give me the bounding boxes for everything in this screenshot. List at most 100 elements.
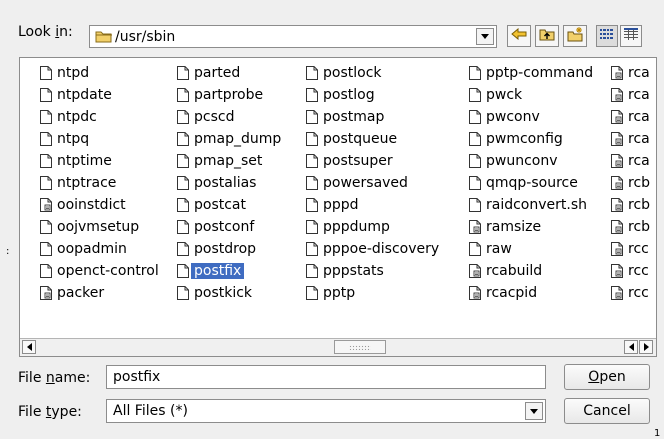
file-item[interactable]: rca [611,84,650,106]
file-item-label: ntptime [57,153,112,169]
file-item[interactable]: pwmconfig [469,128,593,150]
file-item[interactable]: postkick [177,282,281,304]
file-list[interactable]: ntpd ntpdate ntpdc ntpq ntptime ntptrace ooins… [19,57,657,357]
file-item[interactable]: openct-control [40,260,159,282]
file-item[interactable]: pppoe-discovery [306,238,439,260]
back-button[interactable] [507,25,531,47]
file-item[interactable]: rca [611,106,650,128]
file-item[interactable]: parted [177,62,281,84]
list-view-icon [600,28,614,44]
file-item[interactable]: postlog [306,84,439,106]
file-item[interactable]: ntpdc [40,106,159,128]
file-item-label: rcc [628,263,649,279]
file-item[interactable]: pwck [469,84,593,106]
file-item[interactable]: oopadmin [40,238,159,260]
file-item-label: postconf [194,219,255,235]
parent-folder-button[interactable] [535,25,559,47]
file-item[interactable]: qmqp-source [469,172,593,194]
file-item[interactable]: postfix [177,260,281,282]
file-item-label: ooinstdict [57,197,126,213]
file-item-label: pmap_dump [194,131,282,147]
list-view-button[interactable] [596,25,618,47]
file-item[interactable]: rcb [611,172,650,194]
file-item-label: postkick [194,285,253,301]
file-name-input[interactable]: postfix [106,365,546,389]
file-item[interactable]: rca [611,62,650,84]
file-item[interactable]: pmap_set [177,150,281,172]
arrow-right-icon [643,343,649,351]
file-item[interactable]: ntptrace [40,172,159,194]
scroll-left-button[interactable] [22,340,36,354]
file-icon [40,264,52,278]
file-item[interactable]: oojvmsetup [40,216,159,238]
file-item[interactable]: ntpdate [40,84,159,106]
scroll-right-button[interactable] [639,340,653,354]
file-item-label: powersaved [323,175,408,191]
scrollbar-thumb[interactable] [334,340,386,354]
script-file-icon [611,132,623,146]
file-icon [469,88,481,102]
file-item[interactable]: ntpd [40,62,159,84]
file-item[interactable]: pptp [306,282,439,304]
file-item[interactable]: pcscd [177,106,281,128]
file-item[interactable]: postconf [177,216,281,238]
open-button-label: Open [588,369,626,385]
file-item[interactable]: ramsize [469,216,593,238]
file-item[interactable]: postqueue [306,128,439,150]
file-item[interactable]: postlock [306,62,439,84]
file-item-label: rca [628,65,650,81]
script-file-icon [611,88,623,102]
file-item[interactable]: pptp-command [469,62,593,84]
file-item[interactable]: postdrop [177,238,281,260]
detail-view-button[interactable] [620,25,642,47]
file-item-label: parted [194,65,241,81]
file-item[interactable]: postalias [177,172,281,194]
file-item[interactable]: pppdump [306,216,439,238]
look-in-combobox[interactable]: /usr/sbin [89,25,497,48]
file-item-label: ramsize [486,219,542,235]
file-item[interactable]: pwunconv [469,150,593,172]
file-item[interactable]: ooinstdict [40,194,159,216]
file-item[interactable]: pppstats [306,260,439,282]
file-item[interactable]: rcc [611,238,650,260]
file-item[interactable]: postcat [177,194,281,216]
file-item-label: packer [57,285,105,301]
file-type-dropdown-arrow[interactable] [525,402,543,420]
file-item[interactable]: ntpq [40,128,159,150]
horizontal-scrollbar[interactable] [20,338,656,356]
file-item[interactable]: rcb [611,216,650,238]
file-item[interactable]: raidconvert.sh [469,194,593,216]
file-item[interactable]: ntptime [40,150,159,172]
file-item[interactable]: rca [611,128,650,150]
file-item[interactable]: raw [469,238,593,260]
file-type-combobox[interactable]: All Files (*) [106,399,546,423]
file-item[interactable]: rcc [611,260,650,282]
file-item[interactable]: packer [40,282,159,304]
cancel-button[interactable]: Cancel [564,398,650,424]
file-item[interactable]: partprobe [177,84,281,106]
open-button[interactable]: Open [564,364,650,390]
file-icon [40,242,52,256]
file-item[interactable]: rcabuild [469,260,593,282]
file-item[interactable]: postmap [306,106,439,128]
file-item[interactable]: rca [611,150,650,172]
file-item[interactable]: powersaved [306,172,439,194]
new-folder-button[interactable] [563,25,587,47]
file-item-label: ntpdc [57,109,97,125]
file-icon [306,264,318,278]
file-item[interactable]: postsuper [306,150,439,172]
file-item[interactable]: rcacpid [469,282,593,304]
scroll-left-button-right[interactable] [624,340,638,354]
file-icon [177,198,189,212]
file-icon [177,110,189,124]
file-item[interactable]: rcb [611,194,650,216]
file-item-label: postqueue [323,131,398,147]
file-item[interactable]: pmap_dump [177,128,281,150]
look-in-dropdown-arrow[interactable] [476,28,494,45]
file-item[interactable]: rcc [611,282,650,304]
file-item[interactable]: pwconv [469,106,593,128]
file-item-label: postalias [194,175,257,191]
detail-view-icon [624,28,638,44]
file-item[interactable]: pppd [306,194,439,216]
script-file-icon [611,220,623,234]
